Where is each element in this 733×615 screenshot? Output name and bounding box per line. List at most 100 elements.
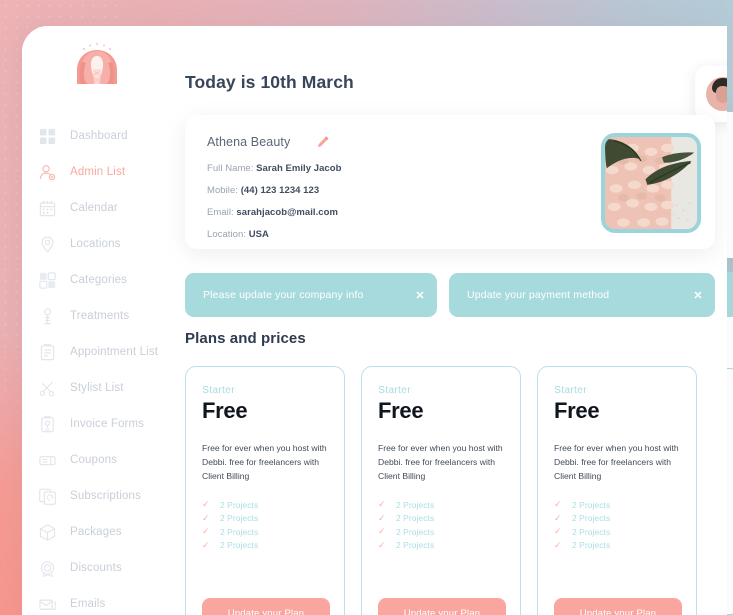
pencil-icon[interactable]	[316, 135, 330, 149]
plan-feature: ✓ 2 Projects	[554, 498, 680, 512]
user-avatar-card[interactable]	[695, 66, 727, 122]
sidebar-item-invoice-forms[interactable]: Invoice Forms	[22, 406, 182, 442]
sidebar-item-label: Treatments	[70, 310, 130, 322]
scissors-icon	[39, 380, 55, 396]
page-title: Today is 10th March	[185, 72, 354, 92]
calendar-icon	[39, 200, 56, 216]
sidebar-item-packages[interactable]: Packages	[22, 514, 182, 550]
check-icon: ✓	[554, 499, 562, 510]
sidebar-item-label: Stylist List	[70, 382, 124, 394]
avatar[interactable]	[706, 77, 727, 111]
plan-feature: ✓ 2 Projects	[554, 538, 680, 552]
sidebar-item-coupons[interactable]: Coupons	[22, 442, 182, 478]
plan-feature-list: ✓ 2 Projects ✓ 2 Projects ✓ 2 Projects ✓ 2 P…	[202, 498, 328, 552]
update-plan-button[interactable]: Update your Plan	[202, 598, 330, 615]
avatar-face	[716, 86, 727, 103]
plan-feature-label: 2 Projects	[396, 499, 435, 510]
sidebar-item-label: Appointment List	[70, 346, 159, 358]
category-icon	[39, 271, 56, 289]
sidebar-item-label: Admin List	[70, 166, 126, 178]
plan-feature-label: 2 Projects	[572, 526, 611, 537]
plan-feature: ✓ 2 Projects	[378, 511, 504, 525]
plan-feature-label: 2 Projects	[220, 540, 259, 551]
update-plan-button[interactable]: Update your Plan	[378, 598, 506, 615]
sidebar-item-emails[interactable]: Emails	[22, 586, 182, 615]
plan-description: Free for ever when you host with Debbi. …	[378, 443, 503, 481]
field-label: Location:	[207, 229, 247, 240]
screen: Dashboard Admin List Calendar Locations …	[0, 0, 733, 615]
check-icon: ✓	[202, 512, 210, 523]
sidebar-item-subscriptions[interactable]: Subscriptions	[22, 478, 182, 514]
plan-feature: ✓ 2 Projects	[202, 525, 328, 539]
plan-price: Free	[554, 398, 600, 423]
sidebar-item-calendar[interactable]: Calendar	[22, 190, 182, 226]
box-icon	[39, 523, 56, 541]
sidebar-item-label: Invoice Forms	[70, 418, 145, 430]
sidebar-item-label: Calendar	[70, 202, 118, 214]
sidebar-item-label: Discounts	[70, 562, 122, 574]
sidebar-item-locations[interactable]: Locations	[22, 226, 182, 262]
close-icon[interactable]: ✕	[681, 289, 715, 302]
app-window: Dashboard Admin List Calendar Locations …	[22, 26, 727, 615]
profile-card: Athena Beauty Full Name: Sarah Emily Jac…	[185, 115, 715, 249]
check-icon: ✓	[202, 539, 210, 550]
banner-payment-method[interactable]: Update your payment method ✕	[449, 273, 715, 317]
plan-feature: ✓ 2 Projects	[378, 498, 504, 512]
profile-field-email: Email: sarahjacob@mail.com	[207, 207, 338, 218]
profile-field-full-name: Full Name: Sarah Emily Jacob	[207, 163, 341, 174]
check-icon: ✓	[554, 526, 562, 537]
profile-field-mobile: Mobile: (44) 123 1234 123	[207, 185, 319, 196]
plan-feature-label: 2 Projects	[220, 513, 259, 524]
plan-feature: ✓ 2 Projects	[554, 511, 680, 525]
field-label: Full Name:	[207, 163, 254, 174]
plan-feature-label: 2 Projects	[572, 499, 611, 510]
sidebar-item-label: Emails	[70, 598, 106, 610]
sidebar-nav: Dashboard Admin List Calendar Locations …	[22, 118, 182, 615]
company-name: Athena Beauty	[207, 135, 291, 149]
close-icon[interactable]: ✕	[403, 289, 437, 302]
plan-feature: ✓ 2 Projects	[378, 525, 504, 539]
sidebar-item-dashboard[interactable]: Dashboard	[22, 118, 182, 154]
field-value: Sarah Emily Jacob	[256, 163, 342, 174]
treatment-icon	[44, 307, 51, 324]
plan-price: Free	[202, 398, 248, 423]
plan-description: Free for ever when you host with Debbi. …	[554, 443, 679, 481]
plan-feature-label: 2 Projects	[396, 540, 435, 551]
sidebar-item-admin-list[interactable]: Admin List	[22, 154, 182, 190]
sidebar-item-appointment-list[interactable]: Appointment List	[22, 334, 182, 370]
update-plan-button[interactable]: Update your Plan	[554, 598, 682, 615]
sidebar: Dashboard Admin List Calendar Locations …	[22, 26, 182, 615]
plans-heading: Plans and prices	[185, 330, 306, 347]
sidebar-item-categories[interactable]: Categories	[22, 262, 182, 298]
sidebar-item-discounts[interactable]: Discounts	[22, 550, 182, 586]
sidebar-item-label: Coupons	[70, 454, 118, 466]
refresh-card-icon	[39, 488, 56, 505]
sidebar-item-label: Locations	[70, 238, 121, 250]
plan-card: Starter Free Free for ever when you host…	[537, 366, 697, 615]
profile-thumbnail[interactable]	[601, 133, 701, 233]
banner-company-info[interactable]: Please update your company info ✕	[185, 273, 437, 317]
check-icon: ✓	[554, 539, 562, 550]
user-gear-icon	[39, 164, 56, 180]
sidebar-item-stylist-list[interactable]: Stylist List	[22, 370, 182, 406]
field-value: sarahjacob@mail.com	[236, 207, 338, 218]
plan-feature-label: 2 Projects	[572, 513, 611, 524]
check-icon: ✓	[554, 512, 562, 523]
field-value: (44) 123 1234 123	[240, 185, 320, 196]
app-logo[interactable]	[68, 38, 126, 96]
field-label: Email:	[207, 207, 234, 218]
check-icon: ✓	[378, 499, 386, 510]
plan-feature-label: 2 Projects	[396, 513, 435, 524]
check-icon: ✓	[202, 499, 210, 510]
invoice-icon	[41, 415, 54, 432]
plan-feature: ✓ 2 Projects	[202, 511, 328, 525]
plan-feature-label: 2 Projects	[220, 499, 259, 510]
banner-text: Update your payment method	[467, 289, 610, 301]
avatar-image	[706, 77, 727, 111]
plan-feature-label: 2 Projects	[220, 526, 259, 537]
sidebar-item-treatments[interactable]: Treatments	[22, 298, 182, 334]
check-icon: ✓	[378, 539, 386, 550]
plan-feature: ✓ 2 Projects	[202, 498, 328, 512]
plan-feature-label: 2 Projects	[396, 526, 435, 537]
sidebar-item-label: Packages	[70, 526, 122, 538]
